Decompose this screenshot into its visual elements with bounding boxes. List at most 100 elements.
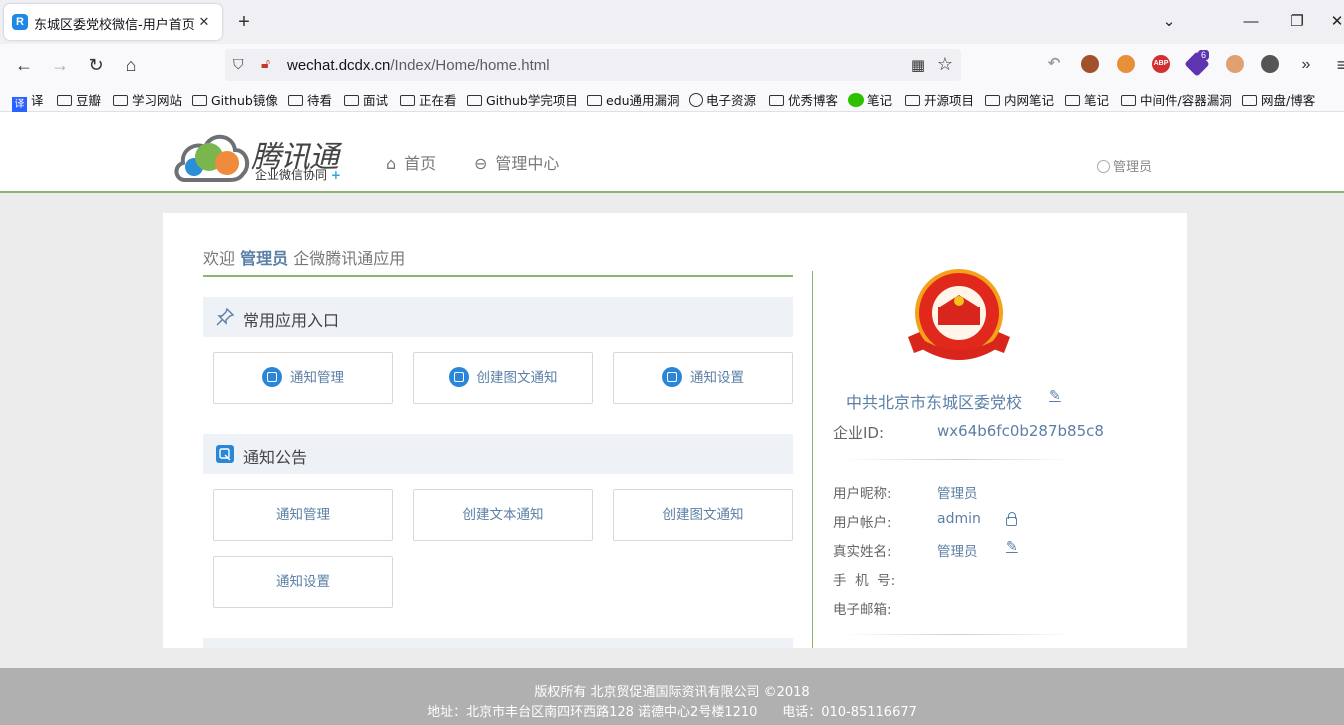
phone-label: 手 机 号:: [833, 573, 896, 589]
folder-icon: [985, 95, 1000, 106]
folder-icon: [192, 95, 207, 106]
wechat-icon: [848, 93, 864, 107]
reload-icon[interactable]: ↻: [82, 52, 110, 78]
folder-icon: [57, 95, 72, 106]
notice-settings-button[interactable]: 通知设置: [213, 556, 393, 608]
folder-icon: [587, 95, 602, 106]
site-favicon-icon: R: [12, 14, 28, 30]
section-notice: 通知公告: [203, 434, 793, 474]
bookmark-item[interactable]: 待看: [288, 90, 332, 109]
fox-extension-icon[interactable]: [1226, 55, 1244, 73]
organization-name: 中共北京市东城区委党校: [846, 393, 1023, 412]
minimize-button[interactable]: —: [1236, 8, 1266, 36]
bookmark-item[interactable]: Github镜像: [192, 90, 278, 109]
bookmark-item[interactable]: 学习网站: [113, 90, 182, 109]
account-label: 用户帐户:: [833, 515, 892, 531]
nav-admin-center[interactable]: ⊖ 管理中心: [474, 150, 559, 174]
realname-value: 管理员: [937, 544, 978, 560]
back-arrow-icon[interactable]: ←: [10, 52, 38, 78]
new-tab-button[interactable]: +: [232, 10, 256, 34]
bookmark-star-icon[interactable]: ☆: [937, 54, 953, 75]
bookmark-item[interactable]: 优秀博客: [769, 90, 838, 109]
corp-id-value: wx64b6fc0b287b85c8: [937, 422, 1104, 440]
undo-extension-icon[interactable]: ↶: [1045, 55, 1063, 73]
lock-icon[interactable]: [1006, 512, 1017, 526]
extension-badge: 6: [1198, 50, 1210, 60]
cookie-extension-icon[interactable]: [1081, 55, 1099, 73]
bug-extension-icon[interactable]: [1261, 55, 1279, 73]
bookmark-item[interactable]: 面试: [344, 90, 388, 109]
edit-pencil-icon[interactable]: ✎: [1006, 538, 1018, 555]
section-next: [203, 638, 793, 648]
logo-subtitle: 企业微信协同 +: [255, 168, 341, 182]
app-notice-manage-button[interactable]: 通知管理: [213, 352, 393, 404]
vertical-divider: [812, 271, 813, 648]
overflow-chevron-icon[interactable]: »: [1292, 52, 1320, 78]
translate-icon: 译: [12, 97, 27, 112]
create-image-notice-button[interactable]: 创建图文通知: [613, 489, 793, 541]
section-common-apps: 常用应用入口: [203, 297, 793, 337]
site-header: 腾讯通 企业微信协同 + ⌂ 首页 ⊖ 管理中心 管理员: [0, 112, 1344, 193]
pin-icon: [216, 307, 235, 326]
footer-copyright: 版权所有 北京贸促通国际资讯有限公司 ©2018: [534, 685, 810, 700]
welcome-banner: 欢迎 管理员 企微腾讯通应用: [203, 245, 793, 277]
address-bar[interactable]: ⛉ 🔓︎ wechat.dcdx.cn/Index/Home/home.html…: [225, 49, 961, 81]
menu-icon[interactable]: ≡: [1328, 52, 1344, 78]
bookmark-item[interactable]: 正在看: [400, 90, 457, 109]
create-text-notice-button[interactable]: 创建文本通知: [413, 489, 593, 541]
bookmark-item[interactable]: 网盘/博客: [1242, 90, 1315, 109]
bookmark-item[interactable]: 笔记: [1065, 90, 1109, 109]
divider: [843, 634, 1073, 635]
tab-title: 东城区委党校微信-用户首页: [34, 18, 195, 33]
home-icon[interactable]: ⌂: [117, 52, 145, 78]
notice-manage-button[interactable]: 通知管理: [213, 489, 393, 541]
bookmark-item[interactable]: Github学完项目: [467, 90, 578, 109]
folder-icon: [1065, 95, 1080, 106]
edit-pencil-icon[interactable]: ✎: [1049, 387, 1061, 404]
browser-tab-active[interactable]: R 东城区委党校微信-用户首页 ✕: [4, 4, 222, 40]
party-school-emblem: [908, 269, 1010, 360]
bookmark-item[interactable]: 内网笔记: [985, 90, 1054, 109]
bookmark-item[interactable]: 笔记: [848, 90, 892, 109]
folder-icon: [905, 95, 920, 106]
main-content: 欢迎 管理员 企微腾讯通应用 常用应用入口 通知管理 创建图文通知 通知设置 通…: [163, 213, 1187, 648]
notice-icon: [262, 367, 282, 387]
browser-tab-strip: R 东城区委党校微信-用户首页 ✕ + ⌄ — ❐ ✕: [0, 0, 1344, 44]
notice-icon: [662, 367, 682, 387]
folder-icon: [1121, 95, 1136, 106]
site-logo[interactable]: 腾讯通 企业微信协同 +: [173, 130, 359, 184]
bookmark-translate[interactable]: 译译: [12, 90, 44, 112]
bookmark-item[interactable]: 开源项目: [905, 90, 974, 109]
orange-extension-icon[interactable]: [1117, 55, 1135, 73]
bookmark-item[interactable]: edu通用漏洞: [587, 90, 680, 109]
bookmark-item[interactable]: 电子资源: [689, 90, 756, 109]
app-create-image-notice-button[interactable]: 创建图文通知: [413, 352, 593, 404]
footer-address: 地址：北京市丰台区南四环西路128 诺德中心2号楼1210 电话：010-851…: [427, 705, 917, 720]
realname-label: 真实姓名:: [833, 544, 892, 560]
folder-icon: [467, 95, 482, 106]
nav-home[interactable]: ⌂ 首页: [386, 150, 436, 174]
folder-icon: [113, 95, 128, 106]
email-label: 电子邮箱:: [833, 602, 892, 618]
tab-list-chevron-icon[interactable]: ⌄: [1154, 8, 1184, 36]
bookmark-item[interactable]: 中间件/容器漏洞: [1121, 90, 1232, 109]
app-notice-settings-button[interactable]: 通知设置: [613, 352, 793, 404]
tab-close-icon[interactable]: ✕: [194, 12, 214, 32]
site-footer: 版权所有 北京贸促通国际资讯有限公司 ©2018 地址：北京市丰台区南四环西路1…: [0, 668, 1344, 725]
tracking-shield-icon[interactable]: ⛉: [233, 56, 249, 74]
qr-code-icon[interactable]: ▦: [911, 56, 925, 74]
folder-icon: [344, 95, 359, 106]
forward-arrow-icon[interactable]: →: [46, 52, 74, 78]
user-menu[interactable]: 管理员: [1097, 156, 1152, 175]
bookmark-item[interactable]: 豆瓣: [57, 90, 101, 109]
section-title: 常用应用入口: [243, 311, 340, 330]
corp-id-label: 企业ID:: [833, 424, 885, 442]
divider: [843, 459, 1073, 460]
close-window-button[interactable]: ✕: [1322, 8, 1344, 36]
adblock-plus-icon[interactable]: ABP: [1152, 55, 1170, 73]
restore-button[interactable]: ❐: [1282, 8, 1312, 36]
folder-icon: [400, 95, 415, 106]
folder-icon: [288, 95, 303, 106]
url-text[interactable]: wechat.dcdx.cn/Index/Home/home.html: [287, 57, 550, 74]
insecure-lock-icon[interactable]: 🔓︎: [261, 55, 270, 72]
